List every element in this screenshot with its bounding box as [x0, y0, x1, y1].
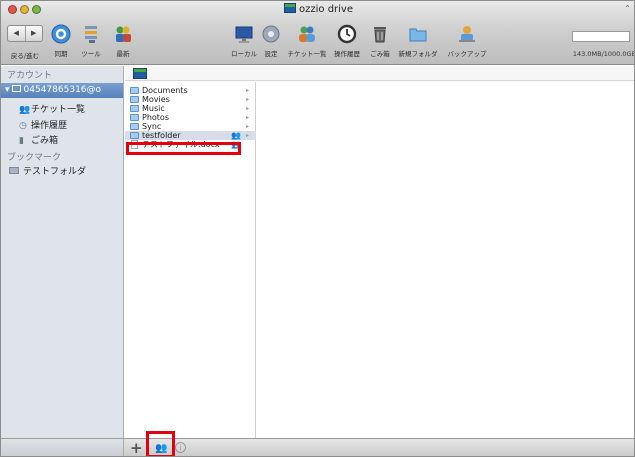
folder-icon [130, 123, 139, 130]
highlight-box-share-button [146, 431, 175, 456]
toolbar-toggle-button[interactable]: ⌃ [624, 4, 631, 13]
sidebar: アカウント ▾ 04547865316@o 👥チケット一覧 ◷ 操作履歴 ▮ ごみ箱 … [1, 66, 124, 438]
people-color-icon [112, 23, 134, 45]
sidebar-bookmark-testfolder[interactable]: テストフォルダ [9, 164, 86, 177]
preview-column [257, 82, 634, 438]
account-header: アカウント [7, 71, 53, 81]
folder-icon [130, 87, 139, 94]
history-label: 操作履歴 [334, 50, 360, 58]
latest-button[interactable]: 最新 [109, 23, 137, 61]
chevron-right-icon: ▸ [246, 105, 250, 112]
new-folder-label: 新規フォルダ [398, 50, 438, 58]
window-title: ozzio drive [1, 3, 634, 15]
forward-button[interactable]: ▶ [24, 26, 43, 41]
monitor-icon [233, 23, 255, 45]
add-icon[interactable]: + [130, 439, 143, 456]
drive-icon[interactable] [133, 68, 147, 79]
ticket-list-button[interactable]: チケット一覧 [287, 23, 327, 61]
trash-icon [369, 23, 391, 45]
new-folder-button[interactable]: 新規フォルダ [397, 23, 439, 61]
gear-icon [260, 23, 282, 45]
sidebar-footer [1, 439, 124, 456]
file-name: Sync [142, 122, 162, 131]
file-row-sync[interactable]: Sync ▸ [125, 122, 256, 131]
sidebar-item-tickets[interactable]: 👥チケット一覧 [19, 102, 85, 115]
trash-icon: ▮ [19, 136, 24, 146]
file-row-movies[interactable]: Movies ▸ [125, 95, 256, 104]
backup-label: バックアップ [447, 50, 487, 58]
history-button[interactable]: 操作履歴 [331, 23, 363, 61]
file-row-photos[interactable]: Photos ▸ [125, 113, 256, 122]
file-row-documents[interactable]: Documents ▸ [125, 86, 256, 95]
back-forward-control[interactable]: ◀ ▶ [7, 25, 43, 42]
settings-label: 設定 [264, 50, 278, 58]
highlight-box-testfolder [126, 142, 241, 155]
storage-usage-bar [572, 31, 630, 42]
app-drive-icon [284, 3, 296, 13]
file-row-testfolder[interactable]: testfolder 👥 ▸ [125, 131, 256, 140]
local-button[interactable]: ローカル [227, 23, 261, 61]
file-column: Documents ▸ Movies ▸ Music ▸ Photos ▸ Sync ▸ … [125, 82, 256, 438]
sidebar-item-trash[interactable]: ▮ ごみ箱 [19, 133, 58, 146]
people-icon: 👥 [19, 105, 31, 115]
tool-icon [80, 23, 102, 45]
title-bar: ozzio drive ⌃ ◀ ▶ 戻る/進む 同期 ツール 最新 ローカル 設… [1, 1, 635, 65]
shared-icon: 👥 [231, 131, 241, 140]
chevron-right-icon: ▸ [246, 87, 250, 94]
folder-icon [130, 132, 139, 139]
clock-icon: ◷ [19, 121, 27, 131]
file-name: Documents [142, 86, 188, 95]
sync-button[interactable]: 同期 [47, 23, 75, 61]
file-name: Music [142, 104, 165, 113]
chevron-right-icon: ▸ [246, 132, 250, 139]
people-icon [296, 23, 318, 45]
tool-label: ツール [81, 50, 101, 58]
tool-button[interactable]: ツール [77, 23, 105, 61]
folder-icon [130, 114, 139, 121]
sidebar-item-history[interactable]: ◷ 操作履歴 [19, 118, 67, 131]
backup-icon [456, 23, 478, 45]
file-name: Photos [142, 113, 169, 122]
sidebar-account-selected[interactable]: ▾ 04547865316@o [1, 83, 123, 98]
account-id-label: 04547865316@o [23, 85, 102, 95]
backup-button[interactable]: バックアップ [443, 23, 491, 61]
new-folder-icon [407, 23, 429, 45]
latest-label: 最新 [116, 50, 130, 58]
folder-icon [9, 167, 19, 174]
back-button[interactable]: ◀ [8, 26, 25, 41]
sync-label: 同期 [54, 50, 68, 58]
storage-usage-label: 143.0MB/1000.0GB [572, 50, 635, 58]
folder-icon [130, 96, 139, 103]
sidebar-item-label: チケット一覧 [31, 105, 86, 115]
chevron-right-icon: ▸ [246, 96, 250, 103]
chevron-right-icon: ▸ [246, 114, 250, 121]
sidebar-item-label: 操作履歴 [31, 121, 68, 131]
file-row-music[interactable]: Music ▸ [125, 104, 256, 113]
local-label: ローカル [231, 50, 257, 58]
trash-button[interactable]: ごみ箱 [367, 23, 393, 61]
info-icon[interactable]: i [175, 442, 186, 453]
chevron-right-icon: ▸ [246, 123, 250, 130]
sidebar-item-label: ごみ箱 [31, 136, 59, 146]
bottom-bar: + 👥 i [1, 438, 634, 456]
settings-button[interactable]: 設定 [259, 23, 283, 61]
app-window: ozzio drive ⌃ ◀ ▶ 戻る/進む 同期 ツール 最新 ローカル 設… [0, 0, 635, 457]
file-name: testfolder [142, 131, 181, 140]
trash-label: ごみ箱 [370, 50, 390, 58]
sync-icon [50, 23, 72, 45]
account-drive-icon [11, 85, 21, 92]
clock-icon [336, 23, 358, 45]
back-forward-label: 戻る/進む [10, 52, 40, 60]
folder-icon [130, 105, 139, 112]
bookmark-label: テストフォルダ [23, 167, 87, 177]
file-name: Movies [142, 95, 170, 104]
bookmark-header: ブックマーク [7, 153, 62, 163]
ticket-list-label: チケット一覧 [287, 50, 327, 58]
window-title-text: ozzio drive [299, 4, 353, 15]
path-bar [125, 66, 634, 81]
